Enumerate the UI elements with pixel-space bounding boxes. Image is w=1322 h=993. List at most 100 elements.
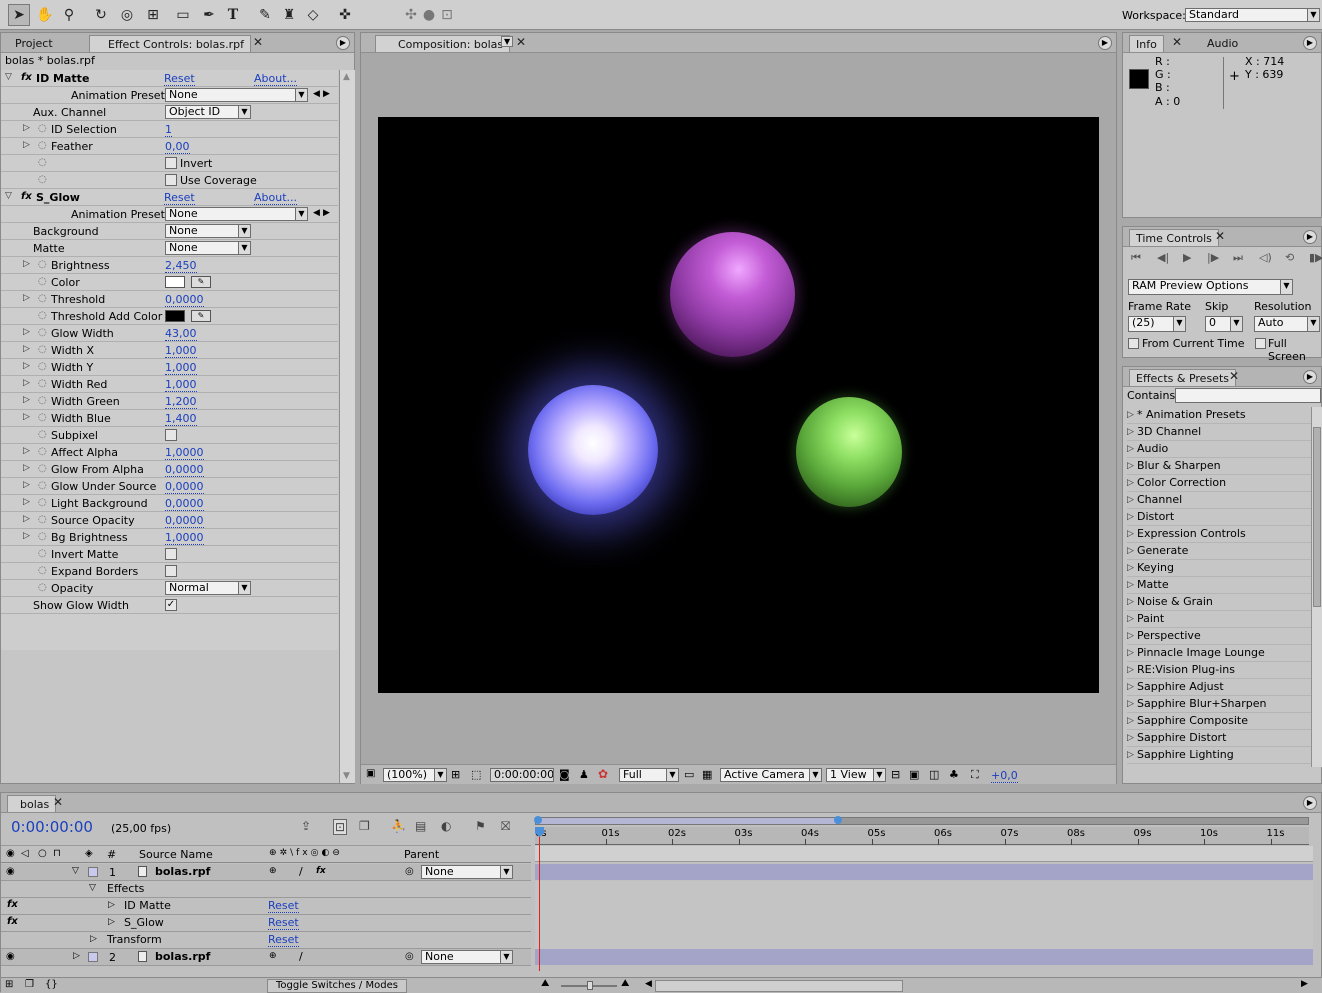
twirl-right-icon[interactable]: ▷ [23, 378, 30, 388]
eraser-tool-icon[interactable]: ◇ [302, 4, 324, 26]
twirl-right-icon[interactable]: ▷ [23, 412, 30, 422]
always-preview-icon[interactable]: ▣ [366, 768, 375, 779]
time-ruler[interactable]: 0s01s02s03s04s05s06s07s08s09s10s11s [535, 827, 1309, 845]
panel-menu-icon[interactable]: ▶ [1098, 36, 1112, 50]
property-value[interactable]: 1,0000 [165, 446, 204, 460]
stopwatch-icon[interactable]: ◌ [38, 276, 47, 287]
tab-composition[interactable]: Composition: bolas [375, 35, 511, 52]
stopwatch-icon[interactable]: ◌ [38, 140, 47, 151]
stopwatch-icon[interactable]: ◌ [38, 548, 47, 559]
twirl-right-icon[interactable]: ▷ [23, 123, 30, 133]
prev-preset-icon[interactable]: ◀ [313, 208, 320, 218]
comp-mini-flowchart-icon[interactable]: ⊡ [333, 819, 348, 835]
effects-category-item[interactable]: Expression Controls [1127, 526, 1311, 543]
eyedropper-icon[interactable]: ✎ [191, 310, 211, 322]
effects-category-item[interactable]: Sapphire Adjust [1127, 679, 1311, 696]
chevron-down-icon[interactable]: ▼ [501, 36, 514, 47]
twirl-right-icon[interactable]: ▷ [90, 934, 97, 944]
effects-category-item[interactable]: * Animation Presets [1127, 407, 1311, 424]
twirl-right-icon[interactable]: ▷ [73, 951, 80, 961]
effects-category-item[interactable]: Perspective [1127, 628, 1311, 645]
stopwatch-icon[interactable]: ◌ [38, 565, 47, 576]
draft-3d-icon[interactable]: ❐ [359, 819, 370, 833]
current-time-field[interactable]: 0:00:00:00 [490, 768, 554, 782]
region-of-interest-icon[interactable]: ▭ [684, 768, 694, 781]
effects-category-item[interactable]: Distort [1127, 509, 1311, 526]
ram-preview-dropdown[interactable]: RAM Preview Options ▼ [1128, 279, 1293, 295]
magnification-dropdown[interactable]: (100%) ▼ [383, 768, 447, 782]
effects-category-item[interactable]: Sapphire Blur+Sharpen [1127, 696, 1311, 713]
effects-category-item[interactable]: Blur & Sharpen [1127, 458, 1311, 475]
zoom-in-icon[interactable]: ⛰ [621, 978, 629, 989]
property-value[interactable]: 0,0000 [165, 293, 204, 307]
workspace-dropdown[interactable]: Standard ▼ [1185, 8, 1320, 22]
mask-visibility-icon[interactable]: ⬚ [471, 768, 481, 781]
resolution-dropdown[interactable]: Auto ▼ [1254, 316, 1320, 332]
effect-controls-scrollbar[interactable]: ▲ ▼ [339, 70, 355, 783]
exposure-value[interactable]: +0,0 [991, 769, 1018, 783]
effects-scrollbar[interactable] [1311, 407, 1322, 767]
layer-1-duration-bar[interactable] [535, 864, 1313, 880]
brush-tool-icon[interactable]: ✎ [254, 4, 276, 26]
twirl-right-icon[interactable]: ▷ [23, 344, 30, 354]
twirl-down-icon[interactable]: ▽ [5, 191, 12, 201]
about-link[interactable]: About... [254, 72, 298, 86]
label-icon[interactable]: ◈ [85, 848, 93, 859]
panel-menu-icon[interactable]: ▶ [1303, 230, 1317, 244]
twirl-right-icon[interactable]: ▷ [23, 463, 30, 473]
twirl-right-icon[interactable]: ▷ [23, 361, 30, 371]
layer-2-duration-bar[interactable] [535, 949, 1313, 965]
shy-switch-icon[interactable]: ⊕ [269, 866, 277, 876]
effects-category-item[interactable]: Keying [1127, 560, 1311, 577]
quality-switch-icon[interactable]: / [299, 950, 303, 963]
effects-category-item[interactable]: Pinnacle Image Lounge [1127, 645, 1311, 662]
stopwatch-icon[interactable]: ◌ [38, 480, 47, 491]
twirl-down-icon[interactable]: ▽ [5, 72, 12, 82]
previous-frame-icon[interactable]: ◀| [1157, 251, 1169, 264]
effects-category-item[interactable]: Matte [1127, 577, 1311, 594]
effect-row-id-matte[interactable]: fx ▷ ID Matte Reset [1, 898, 531, 915]
quality-switch-icon[interactable]: / [299, 865, 303, 878]
layer-name[interactable]: bolas.rpf [155, 865, 210, 878]
property-value[interactable]: 0,0000 [165, 463, 204, 477]
twirl-right-icon[interactable]: ▷ [23, 293, 30, 303]
twirl-right-icon[interactable]: ▷ [23, 259, 30, 269]
eyedropper-icon[interactable]: ✎ [191, 276, 211, 288]
stopwatch-icon[interactable]: ◌ [38, 361, 47, 372]
stopwatch-icon[interactable]: ◌ [38, 446, 47, 457]
panel-menu-icon[interactable]: ▶ [1303, 370, 1317, 384]
pan-behind-tool-icon[interactable]: ⊞ [142, 4, 164, 26]
next-preset-icon[interactable]: ▶ [323, 89, 330, 99]
timeline-icon[interactable]: ◫ [929, 768, 939, 781]
effects-category-item[interactable]: Noise & Grain [1127, 594, 1311, 611]
animation-presets-dropdown[interactable]: None ▼ [165, 207, 308, 221]
navigator-end-handle[interactable] [834, 816, 842, 824]
twirl-down-icon[interactable]: ▽ [72, 866, 79, 876]
time-graph[interactable]: 0s01s02s03s04s05s06s07s08s09s10s11s [533, 813, 1322, 973]
scroll-up-icon[interactable]: ▲ [343, 72, 350, 82]
transfer-controls-icon[interactable]: ❐ [25, 979, 34, 990]
property-checkbox[interactable] [165, 565, 177, 577]
close-icon[interactable]: ✕ [1172, 35, 1182, 49]
selection-tool-icon[interactable]: ➤ [8, 4, 30, 26]
panel-menu-icon[interactable]: ▶ [336, 36, 350, 50]
stopwatch-icon[interactable]: ◌ [38, 157, 47, 168]
twirl-right-icon[interactable]: ▷ [23, 480, 30, 490]
animation-presets-dropdown[interactable]: None ▼ [165, 88, 308, 102]
hide-shy-layers-icon[interactable]: ⛹ [391, 819, 406, 833]
in-out-icon[interactable]: {} [45, 979, 58, 990]
fx-switch-icon[interactable]: fx [316, 866, 326, 876]
property-checkbox[interactable] [165, 429, 177, 441]
snapshot-icon[interactable]: ◙ [559, 768, 570, 781]
close-icon[interactable]: ✕ [253, 35, 263, 49]
pick-whip-icon[interactable]: ◎ [405, 951, 414, 962]
effects-category-item[interactable]: RE:Vision Plug-ins [1127, 662, 1311, 679]
prev-preset-icon[interactable]: ◀ [313, 89, 320, 99]
close-icon[interactable]: ✕ [53, 795, 63, 809]
motion-blur-icon[interactable]: ◐ [441, 819, 451, 833]
navigator-start-handle[interactable] [534, 816, 542, 824]
property-dropdown[interactable]: None ▼ [165, 241, 251, 255]
twirl-right-icon[interactable]: ▷ [23, 531, 30, 541]
property-value[interactable]: 0,00 [165, 140, 190, 154]
stopwatch-icon[interactable]: ◌ [38, 395, 47, 406]
